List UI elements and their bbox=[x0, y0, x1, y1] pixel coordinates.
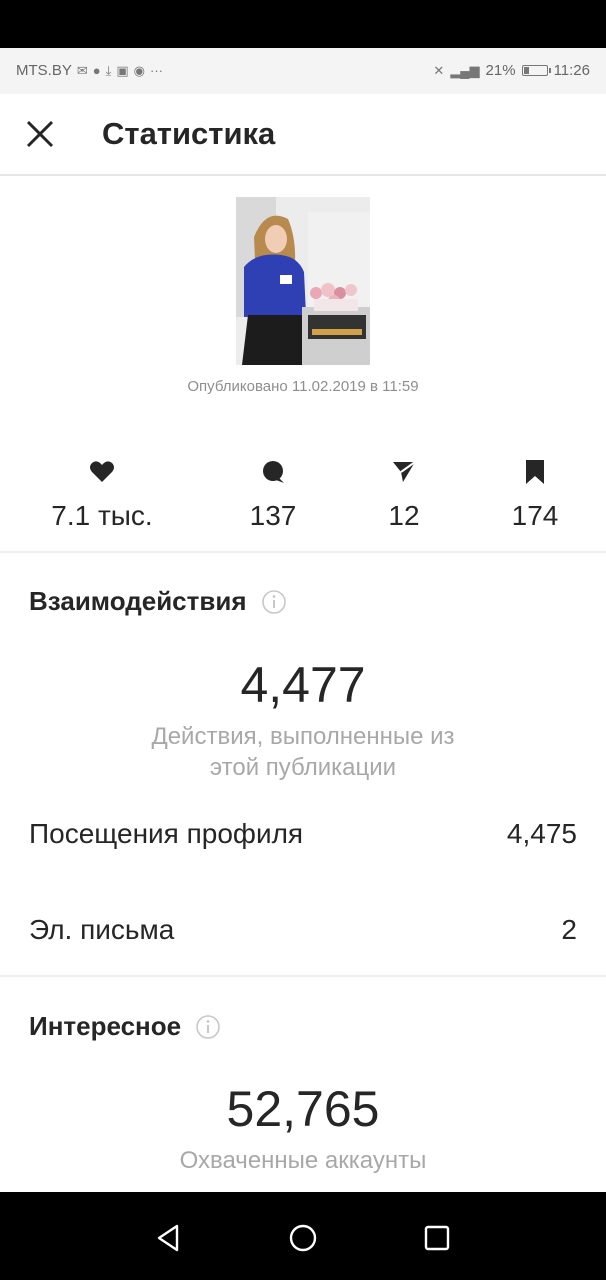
back-button[interactable] bbox=[153, 1222, 185, 1254]
clock: 11:26 bbox=[553, 62, 590, 79]
back-icon bbox=[157, 1224, 179, 1252]
comments-stat: 137 bbox=[198, 458, 348, 532]
close-button[interactable] bbox=[20, 114, 60, 154]
info-icon[interactable] bbox=[195, 1014, 221, 1040]
interactions-total: 4,477 bbox=[240, 657, 366, 713]
post-stats-row: 7.1 тыс. 137 12 174 bbox=[0, 458, 606, 548]
likes-stat: 7.1 тыс. bbox=[27, 458, 177, 532]
interactions-title: Взаимодействия bbox=[29, 586, 287, 617]
row-label: Эл. письма bbox=[29, 914, 175, 945]
shares-stat: 12 bbox=[329, 458, 479, 532]
row-value: 4,475 bbox=[506, 818, 577, 849]
bookmark-icon bbox=[526, 460, 544, 484]
likes-count: 7.1 тыс. bbox=[51, 500, 153, 531]
discovery-title: Интересное bbox=[29, 1011, 221, 1042]
more-notifications-icon: ··· bbox=[150, 63, 163, 78]
interactions-heading: Взаимодействия bbox=[29, 586, 247, 616]
mail-icon: ✉ bbox=[76, 62, 88, 78]
heart-icon bbox=[90, 461, 114, 482]
discovery-heading: Интересное bbox=[29, 1011, 182, 1041]
shares-count: 12 bbox=[388, 500, 420, 531]
recents-icon bbox=[424, 1225, 450, 1251]
row-label: Посещения профиля bbox=[29, 818, 304, 849]
saves-count: 174 bbox=[511, 500, 559, 531]
recents-button[interactable] bbox=[421, 1222, 453, 1254]
profile-visits-row: Посещения профиля 4,475 bbox=[29, 818, 577, 850]
status-left: MTS.BY ✉ ● ⤓ ▣ ◉ ··· bbox=[16, 62, 163, 79]
page-title: Статистика bbox=[102, 116, 276, 151]
post-thumbnail[interactable] bbox=[236, 197, 370, 365]
status-bar: MTS.BY ✉ ● ⤓ ▣ ◉ ··· ✕ ▂▄▆ 21% 11:26 bbox=[0, 48, 606, 94]
interactions-subtitle-1: Действия, выполненные из bbox=[151, 723, 455, 750]
home-button[interactable] bbox=[287, 1222, 319, 1254]
comment-icon bbox=[263, 461, 284, 483]
app-header: Статистика bbox=[0, 94, 606, 176]
discovery-total: 52,765 bbox=[226, 1081, 380, 1137]
image-icon: ▣ bbox=[116, 62, 129, 78]
row-value: 2 bbox=[561, 914, 577, 945]
divider bbox=[0, 551, 606, 553]
battery-icon bbox=[521, 65, 551, 76]
signal-icon: ▂▄▆ bbox=[450, 62, 480, 78]
interactions-subtitle-2: этой публикации bbox=[209, 754, 397, 781]
screen: MTS.BY ✉ ● ⤓ ▣ ◉ ··· ✕ ▂▄▆ 21% 11:26 Ста… bbox=[0, 48, 606, 1192]
emails-row: Эл. письма 2 bbox=[29, 914, 577, 946]
close-icon bbox=[26, 120, 54, 148]
post-photo bbox=[236, 197, 370, 365]
published-date: Опубликовано 11.02.2019 в 11:59 bbox=[187, 378, 419, 395]
divider bbox=[0, 975, 606, 977]
carrier-label: MTS.BY bbox=[16, 62, 72, 79]
saves-stat: 174 bbox=[460, 458, 606, 532]
download-icon: ⤓ bbox=[105, 62, 112, 78]
home-icon bbox=[289, 1224, 317, 1252]
vpn-icon: ◉ bbox=[133, 62, 145, 78]
app-icon: ● bbox=[92, 63, 101, 78]
mute-icon: ✕ bbox=[433, 62, 445, 78]
navigation-bar bbox=[0, 1192, 606, 1280]
share-icon bbox=[393, 461, 416, 482]
comments-count: 137 bbox=[249, 500, 297, 531]
info-icon[interactable] bbox=[261, 589, 287, 615]
discovery-subtitle-1: Охваченные аккаунты bbox=[179, 1147, 427, 1174]
battery-percent: 21% bbox=[485, 62, 516, 79]
status-right: ✕ ▂▄▆ 21% 11:26 bbox=[433, 62, 590, 79]
